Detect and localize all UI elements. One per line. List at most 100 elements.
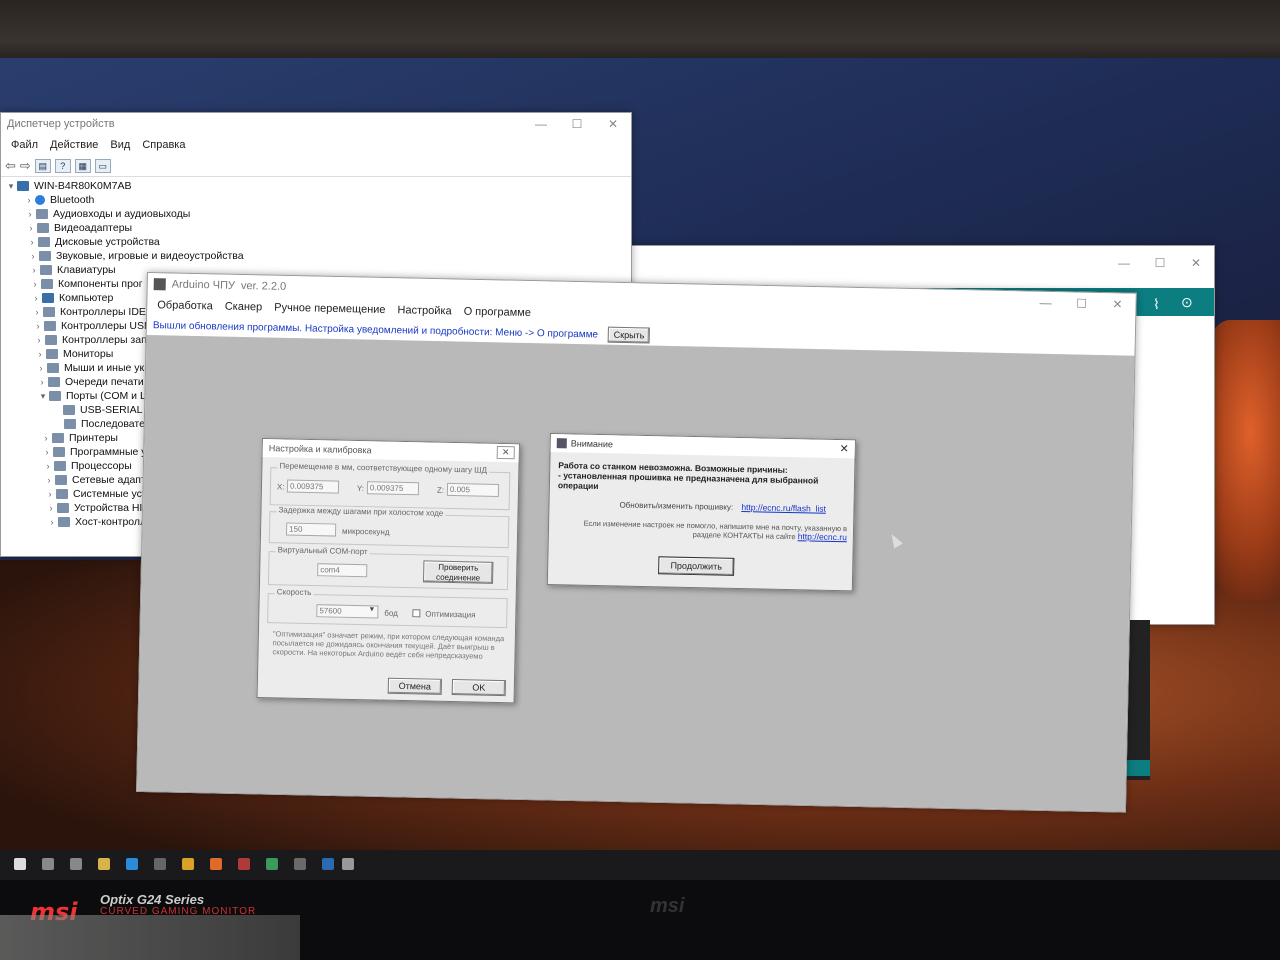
ecnc-site-link[interactable]: http://ecnc.ru: [798, 531, 847, 542]
task-view-icon[interactable]: [70, 858, 82, 870]
file-explorer-icon[interactable]: [98, 858, 110, 870]
disk-icon: [38, 237, 50, 247]
expand-icon[interactable]: ›: [41, 445, 53, 459]
expand-icon[interactable]: ›: [42, 459, 54, 473]
optimization-checkbox[interactable]: [412, 609, 421, 618]
maximize-icon[interactable]: ☐: [1063, 292, 1099, 315]
arduino-taskbar-icon[interactable]: [342, 858, 354, 870]
expand-icon[interactable]: ›: [45, 501, 57, 515]
expand-icon[interactable]: ›: [35, 361, 47, 375]
close-icon[interactable]: ✕: [1099, 293, 1135, 316]
menu-file[interactable]: Файл: [5, 139, 44, 151]
expand-icon[interactable]: ›: [28, 263, 40, 277]
maximize-icon[interactable]: ☐: [559, 113, 595, 135]
minimize-icon[interactable]: —: [1027, 291, 1063, 314]
y-step-input[interactable]: 0.009375: [366, 481, 420, 496]
expand-icon[interactable]: ›: [34, 347, 46, 361]
x-step-input[interactable]: 0.009375: [286, 479, 340, 494]
chevron-down-icon[interactable]: ▼: [368, 606, 375, 613]
expand-icon[interactable]: ›: [31, 305, 43, 319]
expand-icon[interactable]: ›: [24, 207, 36, 221]
app-icon[interactable]: [294, 858, 306, 870]
cancel-button[interactable]: Отмена: [387, 677, 442, 695]
expand-icon[interactable]: ›: [46, 515, 58, 529]
close-icon[interactable]: ✕: [839, 442, 848, 455]
app-icon[interactable]: [266, 858, 278, 870]
expand-icon[interactable]: ›: [36, 375, 48, 389]
expand-icon[interactable]: ›: [30, 291, 42, 305]
store-icon[interactable]: [154, 858, 166, 870]
expand-icon[interactable]: ›: [43, 473, 55, 487]
tree-item-label: Компоненты прог: [58, 278, 143, 290]
menu-view[interactable]: Вид: [104, 139, 136, 151]
firefox-icon[interactable]: [210, 858, 222, 870]
tree-item-bluetooth[interactable]: › Bluetooth: [5, 193, 631, 207]
app-icon: [153, 278, 166, 291]
attention-dialog[interactable]: Внимание ✕ Работа со станком невозможна.…: [546, 433, 856, 592]
expand-icon[interactable]: ›: [26, 235, 38, 249]
tree-item-audio[interactable]: › Аудиовходы и аудиовыходы: [5, 207, 631, 221]
close-icon[interactable]: ✕: [496, 445, 515, 460]
menu-manual-move[interactable]: Ручное перемещение: [268, 302, 392, 317]
expand-icon[interactable]: ›: [40, 431, 52, 445]
expand-icon[interactable]: ›: [32, 319, 44, 333]
minimize-icon[interactable]: —: [1106, 252, 1142, 274]
menu-processing[interactable]: Обработка: [151, 299, 219, 312]
menu-help[interactable]: Справка: [136, 139, 191, 151]
hide-banner-button[interactable]: Скрыть: [607, 326, 651, 344]
app-icon[interactable]: [238, 858, 250, 870]
expand-icon[interactable]: ›: [33, 333, 45, 347]
back-arrow-icon[interactable]: ⇦: [5, 158, 16, 174]
audio-icon: [36, 209, 48, 219]
software-device-icon: [53, 447, 65, 457]
chrome-icon[interactable]: [182, 858, 194, 870]
ok-button[interactable]: OK: [451, 679, 506, 697]
scan-hardware-icon[interactable]: ▭: [94, 158, 111, 173]
monitor-icon: [46, 349, 58, 359]
continue-button[interactable]: Продолжить: [658, 556, 735, 576]
settings-dialog[interactable]: Настройка и калибровка ✕ Перемещение в м…: [256, 438, 520, 704]
close-icon[interactable]: ✕: [1178, 252, 1214, 274]
z-step-input[interactable]: 0.005: [446, 482, 500, 497]
maximize-icon[interactable]: ☐: [1142, 252, 1178, 274]
device-tree-root[interactable]: ▾ WIN-B4R80K0M7AB: [5, 179, 631, 193]
expand-icon[interactable]: ›: [23, 193, 35, 207]
settings-dialog-title: Настройка и калибровка: [268, 443, 372, 456]
check-connection-button[interactable]: Проверить соединение: [423, 560, 494, 584]
menu-scanner[interactable]: Сканер: [219, 301, 269, 314]
search-icon[interactable]: [42, 858, 54, 870]
pulse-icon[interactable]: ⌇: [1153, 296, 1160, 313]
minimize-icon[interactable]: —: [523, 113, 559, 135]
start-icon[interactable]: [14, 858, 26, 870]
tree-item-sound-devices[interactable]: › Звуковые, игровые и видеоустройства: [5, 249, 631, 263]
tree-item-label: Клавиатуры: [57, 264, 116, 276]
close-icon[interactable]: ✕: [595, 113, 631, 135]
flash-list-link[interactable]: http://ecnc.ru/flash_list: [741, 502, 826, 514]
search-icon[interactable]: ⊙: [1181, 294, 1193, 311]
tree-item-label: Контроллеры запо: [62, 334, 153, 346]
edge-icon[interactable]: [126, 858, 138, 870]
tree-item-label: Видеоадаптеры: [54, 222, 133, 234]
app-icon[interactable]: [322, 858, 334, 870]
tree-item-label: Мониторы: [63, 348, 114, 360]
collapse-icon[interactable]: ▾: [5, 179, 17, 193]
menu-about[interactable]: О программе: [458, 306, 538, 320]
forward-arrow-icon[interactable]: ⇨: [20, 158, 31, 174]
expand-icon[interactable]: ›: [44, 487, 56, 501]
expand-icon[interactable]: ›: [27, 249, 39, 263]
tree-item-label: Принтеры: [69, 432, 118, 444]
speed-group: Скорость 57600 ▼ бод Оптимизация: [267, 587, 508, 629]
tree-item-video-adapters[interactable]: › Видеоадаптеры: [5, 221, 631, 235]
menu-action[interactable]: Действие: [44, 139, 104, 151]
expand-icon[interactable]: ›: [29, 277, 41, 291]
update-driver-icon[interactable]: ▦: [74, 158, 91, 173]
expand-icon[interactable]: ›: [25, 221, 37, 235]
collapse-icon[interactable]: ▾: [37, 389, 49, 403]
delay-input[interactable]: 150: [285, 522, 337, 537]
properties-icon[interactable]: ▤: [34, 158, 51, 173]
tree-item-disk-drives[interactable]: › Дисковые устройства: [5, 235, 631, 249]
menu-settings[interactable]: Настройка: [391, 304, 457, 317]
device-tree-root-label: WIN-B4R80K0M7AB: [34, 180, 132, 192]
help-icon[interactable]: ?: [54, 158, 71, 173]
com-port-input[interactable]: com4: [317, 563, 368, 578]
